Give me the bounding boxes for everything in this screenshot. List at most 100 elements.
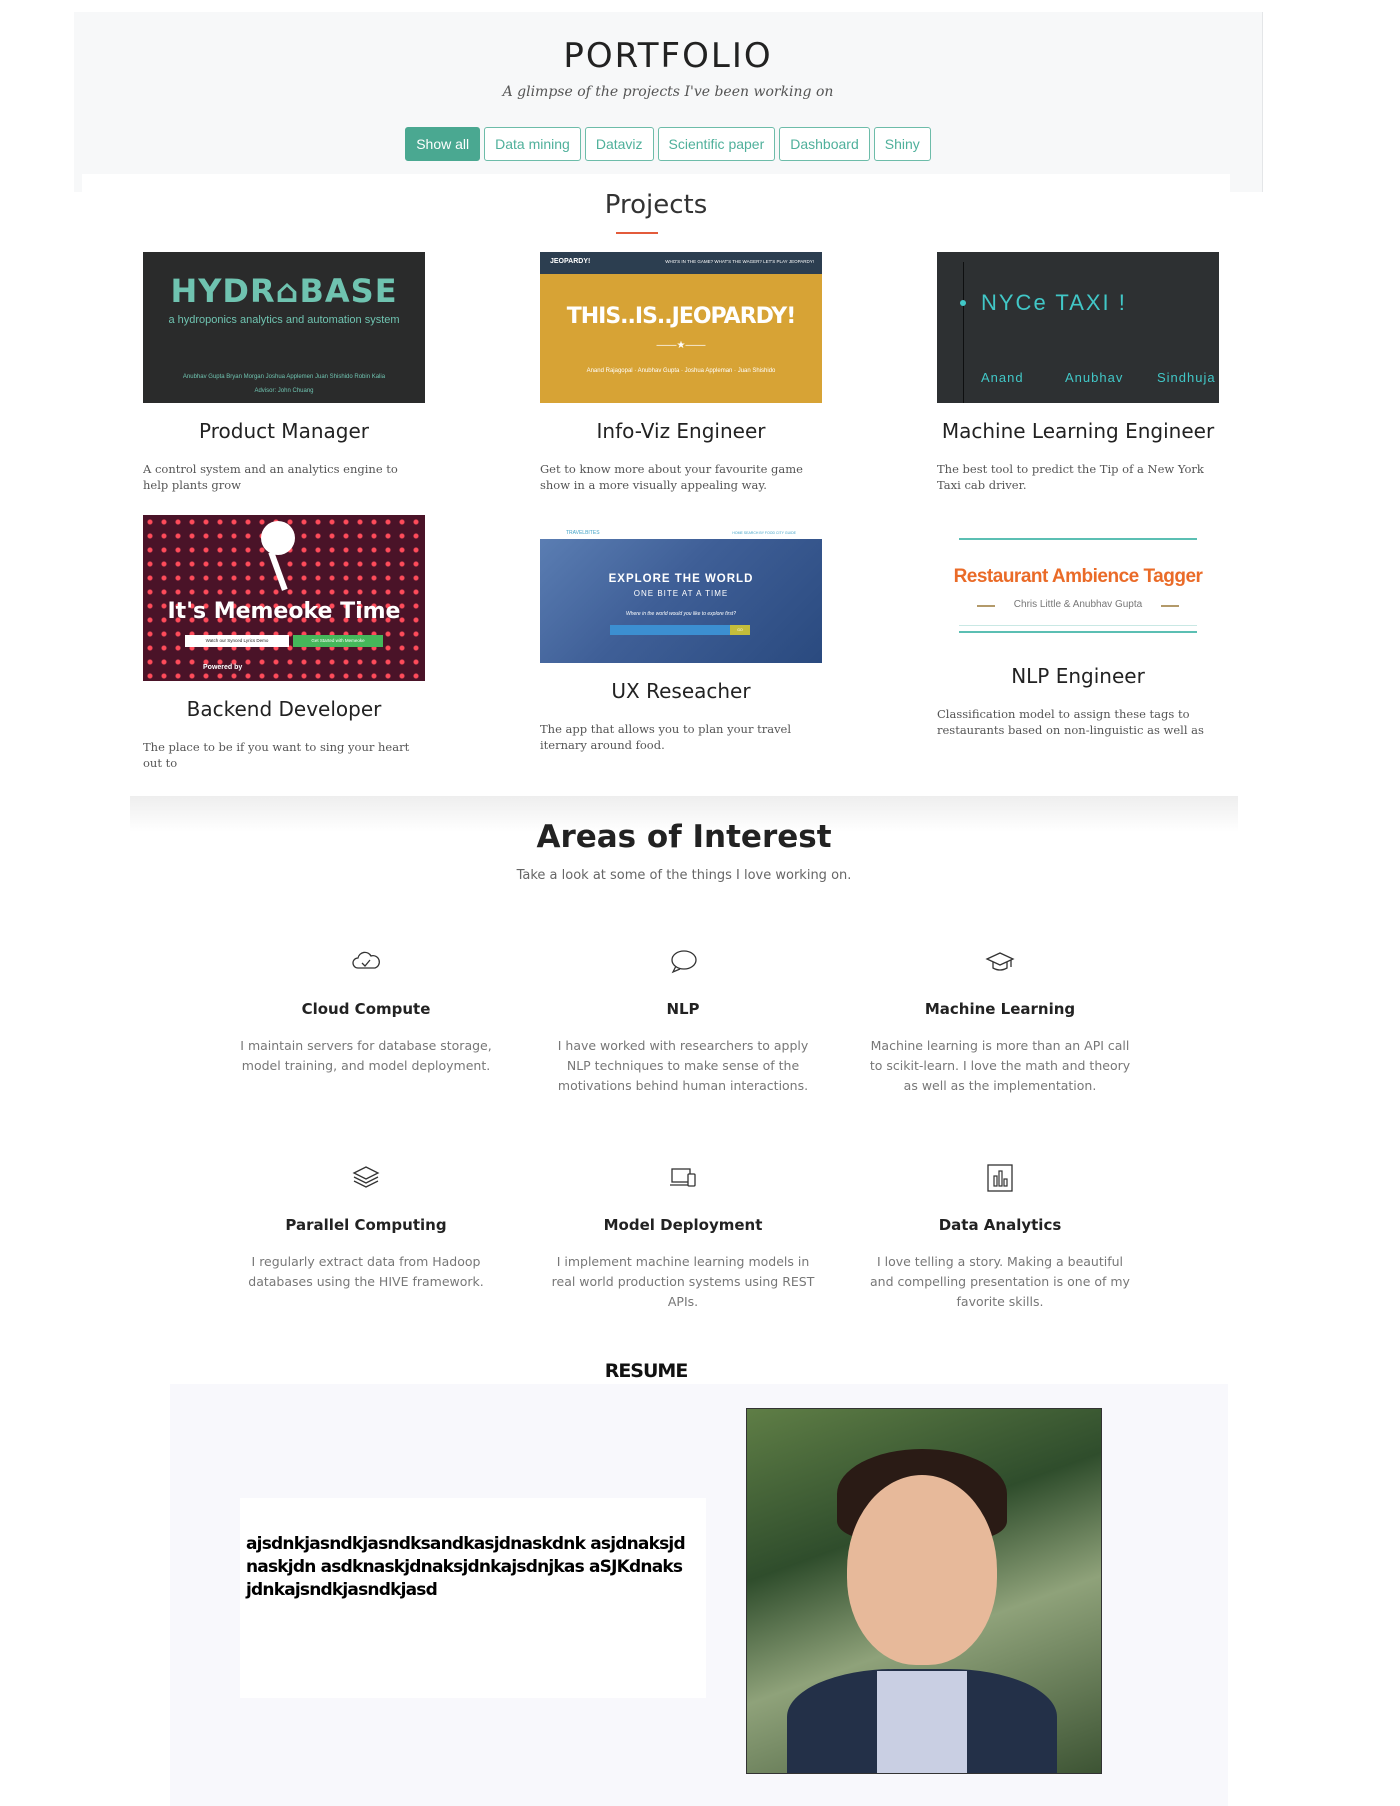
area-cloud-compute: Cloud Compute I maintain servers for dat… — [231, 948, 501, 1076]
thumbnail-name: Anand — [981, 370, 1024, 385]
portfolio-header: PORTFOLIO A glimpse of the projects I've… — [74, 12, 1263, 192]
graduation-cap-icon — [985, 952, 1015, 971]
speech-bubble-icon — [671, 950, 697, 974]
microphone-icon — [261, 521, 295, 555]
project-card-hydrobase[interactable]: HYDR⌂BASE a hydroponics analytics and au… — [143, 252, 425, 493]
project-description: The place to be if you want to sing your… — [143, 740, 410, 770]
thumbnail-powered-by: Powered by — [203, 664, 243, 671]
photo-face — [847, 1475, 997, 1665]
thumbnail-title: It's Memeoke Time — [167, 599, 401, 624]
project-thumbnail[interactable]: HYDR⌂BASE a hydroponics analytics and au… — [143, 252, 425, 403]
project-role: Machine Learning Engineer — [941, 419, 1215, 443]
thumbnail-dash — [1161, 605, 1179, 607]
filter-show-all-button[interactable]: Show all — [405, 127, 481, 161]
area-text: Machine learning is more than an API cal… — [869, 1038, 1131, 1093]
area-name: NLP — [666, 1000, 700, 1018]
area-name: Cloud Compute — [301, 1000, 431, 1018]
thumbnail-headline: EXPLORE THE WORLD — [608, 573, 754, 585]
filter-bar: Show all Data mining Dataviz Scientific … — [74, 127, 1262, 161]
bar-chart-icon — [987, 1164, 1013, 1192]
area-machine-learning: Machine Learning Machine learning is mor… — [865, 948, 1135, 1096]
thumbnail-start-button: Get Started with Memeoke — [293, 635, 383, 647]
area-text: I maintain servers for database storage,… — [240, 1038, 492, 1073]
project-description: Classification model to assign these tag… — [937, 707, 1204, 737]
thumbnail-timeline-line — [963, 262, 964, 403]
area-nlp: NLP I have worked with researchers to ap… — [548, 948, 818, 1096]
project-thumbnail[interactable]: It's Memeoke Time Watch our Synced Lyric… — [143, 515, 425, 681]
area-text: I regularly extract data from Hadoop dat… — [248, 1254, 484, 1289]
area-name: Model Deployment — [603, 1216, 763, 1234]
project-card-restaurant-tagger[interactable]: Restaurant Ambience Tagger Chris Little … — [937, 528, 1219, 738]
areas-title: Areas of Interest — [536, 819, 832, 855]
thumbnail-title: Restaurant Ambience Tagger — [953, 566, 1203, 587]
portfolio-subtitle: A glimpse of the projects I've been work… — [502, 84, 834, 100]
thumbnail-demo-button: Watch our Synced Lyrics Demo — [185, 635, 289, 647]
project-thumbnail[interactable]: NYCe TAXI ! Anand Anubhav Sindhuja — [937, 252, 1219, 403]
resume-text: ajsdnkjasndkjasndksandkasjdnaskdnk asjdn… — [246, 1534, 686, 1600]
thumbnail-rule — [959, 538, 1197, 540]
thumbnail-nav-links: HOME SEARCH BY FOOD CITY GUIDE — [732, 531, 796, 535]
thumbnail-headline: THIS..IS..JEOPARDY! — [566, 304, 797, 329]
photo-shirt — [877, 1671, 967, 1773]
area-model-deployment: Model Deployment I implement machine lea… — [548, 1164, 818, 1312]
thumbnail-rule — [959, 631, 1197, 633]
thumbnail-go-button: GO — [730, 625, 750, 635]
project-description: The best tool to predict the Tip of a Ne… — [937, 462, 1204, 492]
project-card-travelbites[interactable]: TRAVELBITES HOME SEARCH BY FOOD CITY GUI… — [540, 529, 822, 753]
area-name: Data Analytics — [938, 1216, 1062, 1234]
thumbnail-nav-links: WHO'S IN THE GAME? WHAT'S THE WAGER? LET… — [665, 259, 814, 264]
thumbnail-logo: HYDR⌂BASE — [170, 272, 398, 310]
area-text: I implement machine learning models in r… — [551, 1254, 815, 1309]
cloud-icon — [352, 951, 380, 969]
project-thumbnail[interactable]: JEOPARDY! WHO'S IN THE GAME? WHAT'S THE … — [540, 252, 822, 403]
area-name: Machine Learning — [924, 1000, 1076, 1018]
project-card-nyc-taxi[interactable]: NYCe TAXI ! Anand Anubhav Sindhuja Machi… — [937, 252, 1219, 493]
devices-icon — [670, 1168, 696, 1187]
thumbnail-tagline: a hydroponics analytics and automation s… — [168, 314, 400, 326]
areas-subtitle: Take a look at some of the things I love… — [516, 868, 852, 883]
project-description: A control system and an analytics engine… — [143, 462, 398, 492]
project-thumbnail[interactable]: Restaurant Ambience Tagger Chris Little … — [937, 528, 1219, 648]
filter-data-mining-button[interactable]: Data mining — [484, 127, 581, 161]
projects-heading: Projects — [604, 190, 708, 220]
star-icon: ——★—— — [656, 340, 706, 351]
project-role: UX Reseacher — [611, 679, 751, 703]
thumbnail-title: NYCe TAXI ! — [981, 290, 1127, 315]
area-name: Parallel Computing — [285, 1216, 447, 1234]
project-description: The app that allows you to plan your tra… — [540, 722, 792, 752]
project-role: Backend Developer — [186, 697, 382, 721]
thumbnail-timeline-dot — [960, 300, 966, 306]
thumbnail-rule — [959, 625, 1197, 626]
project-description: Get to know more about your favourite ga… — [540, 462, 803, 492]
thumbnail-question: Where in the world would you like to exp… — [625, 611, 737, 617]
project-role: Info-Viz Engineer — [596, 419, 766, 443]
filter-dashboard-button[interactable]: Dashboard — [779, 127, 870, 161]
area-text: I have worked with researchers to apply … — [557, 1038, 809, 1093]
project-role: NLP Engineer — [1011, 664, 1145, 688]
area-text: I love telling a story. Making a beautif… — [870, 1254, 1130, 1309]
resume-heading: RESUME — [604, 1360, 689, 1382]
filter-scientific-paper-button[interactable]: Scientific paper — [657, 127, 776, 161]
microphone-handle — [268, 551, 288, 591]
filter-shiny-button[interactable]: Shiny — [873, 127, 931, 161]
project-thumbnail[interactable]: TRAVELBITES HOME SEARCH BY FOOD CITY GUI… — [540, 529, 822, 663]
area-data-analytics: Data Analytics I love telling a story. M… — [865, 1164, 1135, 1312]
thumbnail-name: Sindhuja — [1157, 370, 1216, 385]
portfolio-title: PORTFOLIO — [563, 36, 773, 76]
project-role: Product Manager — [199, 419, 369, 443]
thumbnail-advisor: Advisor: John Chuang — [254, 388, 314, 394]
projects-heading-underline — [616, 232, 658, 234]
thumbnail-name: Anubhav — [1065, 370, 1124, 385]
profile-photo — [746, 1408, 1102, 1774]
projects-section: Projects HYDR⌂BASE a hydroponics analyti… — [82, 174, 1230, 794]
layers-icon — [352, 1166, 380, 1188]
thumbnail-brand: TRAVELBITES — [566, 530, 600, 536]
filter-dataviz-button[interactable]: Dataviz — [584, 127, 654, 161]
thumbnail-brand: JEOPARDY! — [550, 258, 591, 265]
thumbnail-names: Anubhav Gupta Bryan Morgan Joshua Applem… — [182, 374, 386, 380]
project-card-jeopardy[interactable]: JEOPARDY! WHO'S IN THE GAME? WHAT'S THE … — [540, 252, 822, 493]
project-card-memeoke[interactable]: It's Memeoke Time Watch our Synced Lyric… — [143, 515, 425, 771]
thumbnail-subheadline: ONE BITE AT A TIME — [633, 589, 729, 598]
area-parallel-computing: Parallel Computing I regularly extract d… — [231, 1164, 501, 1292]
thumbnail-credits: Anand Rajagopal · Anubhav Gupta · Joshua… — [586, 368, 776, 374]
